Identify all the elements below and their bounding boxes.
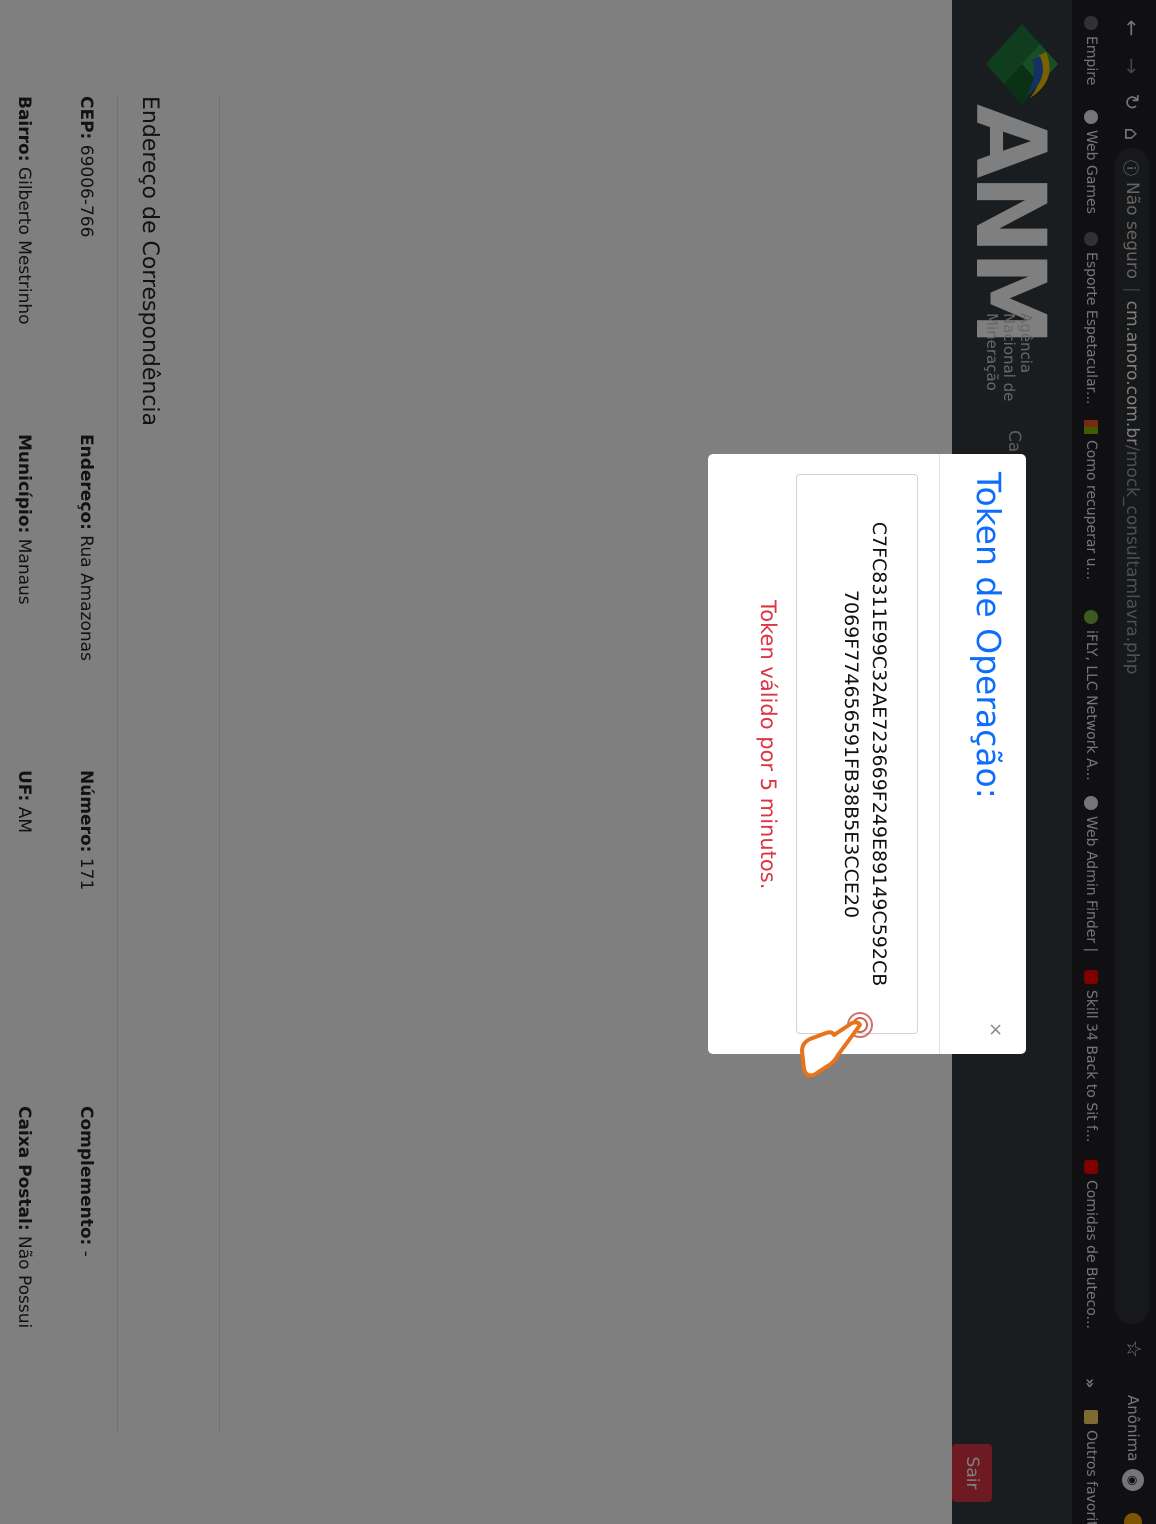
- modal-divider: [939, 454, 940, 1054]
- hand-pointer-icon: [800, 1012, 873, 1078]
- token-modal: Token de Operação: × C7FC8311E99C32AE723…: [708, 454, 1026, 1078]
- modal-backdrop[interactable]: Token de Operação: × C7FC8311E99C32AE723…: [0, 0, 1156, 1524]
- modal-title: Token de Operação:: [969, 472, 1008, 799]
- token-line: 7069F774656591FB38B5E3CCE20: [840, 589, 862, 919]
- token-field[interactable]: C7FC8311E99C32AE723669F249E89149C592CB 7…: [796, 474, 918, 1034]
- screen: ← → ↻ ⌂ ⓘ Não seguro | cm.anoro.com.br/m…: [0, 0, 1156, 1524]
- token-validity-message: Token válido por 5 minutos.: [756, 600, 780, 890]
- token-line: C7FC8311E99C32AE723669F249E89149C592CB: [868, 521, 890, 987]
- token-value: C7FC8311E99C32AE723669F249E89149C592CB 7…: [837, 475, 893, 1033]
- close-icon[interactable]: ×: [985, 1022, 1006, 1037]
